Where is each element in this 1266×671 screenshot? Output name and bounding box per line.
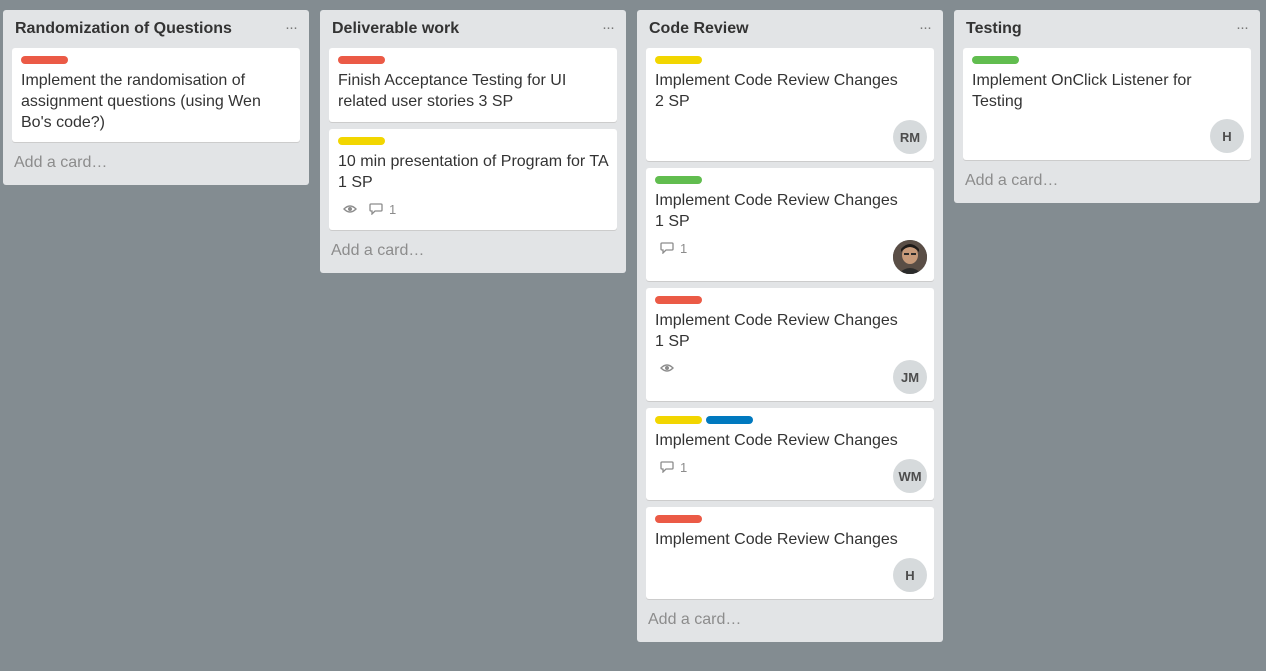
add-card-button[interactable]: Add a card… bbox=[3, 149, 309, 185]
comment-icon bbox=[369, 203, 383, 215]
card-title: 10 min presentation of Program for TA 1 … bbox=[338, 153, 608, 191]
card-labels bbox=[21, 56, 291, 64]
card[interactable]: Implement Code Review Changes 2 SP RM bbox=[646, 48, 934, 161]
card-title: Implement OnClick Listener for Testing bbox=[972, 72, 1192, 110]
card-badges bbox=[655, 359, 925, 377]
card-labels bbox=[655, 296, 925, 304]
card[interactable]: Finish Acceptance Testing for UI related… bbox=[329, 48, 617, 122]
label-red bbox=[338, 56, 385, 64]
comment-count: 1 bbox=[389, 201, 397, 217]
card-labels bbox=[338, 56, 608, 64]
label-blue bbox=[706, 416, 753, 424]
list-header: Testing ··· bbox=[954, 10, 1260, 48]
card-badges: 1 bbox=[338, 200, 608, 218]
list-testing: Testing ··· Implement OnClick Listener f… bbox=[954, 10, 1260, 203]
label-red bbox=[655, 515, 702, 523]
list-code-review: Code Review ··· Implement Code Review Ch… bbox=[637, 10, 943, 642]
list-header: Randomization of Questions ··· bbox=[3, 10, 309, 48]
comment-icon bbox=[660, 461, 674, 473]
card-list: Implement the randomisation of assignmen… bbox=[3, 48, 309, 142]
avatar[interactable]: RM bbox=[893, 120, 927, 154]
list-title[interactable]: Deliverable work bbox=[332, 20, 459, 38]
card[interactable]: 10 min presentation of Program for TA 1 … bbox=[329, 129, 617, 230]
comment-badge: 1 bbox=[660, 241, 687, 256]
card[interactable]: Implement Code Review Changes 1 SP 1 bbox=[646, 168, 934, 281]
card[interactable]: Implement Code Review Changes 1 WM bbox=[646, 408, 934, 500]
add-card-button[interactable]: Add a card… bbox=[637, 606, 943, 642]
card-labels bbox=[972, 56, 1242, 64]
card-list: Finish Acceptance Testing for UI related… bbox=[320, 48, 626, 230]
avatar[interactable]: H bbox=[1210, 119, 1244, 153]
card-title: Implement Code Review Changes 2 SP bbox=[655, 72, 898, 110]
label-red bbox=[655, 296, 702, 304]
card-title: Implement Code Review Changes bbox=[655, 531, 898, 548]
avatar[interactable]: WM bbox=[893, 459, 927, 493]
avatar[interactable]: JM bbox=[893, 360, 927, 394]
list-menu-icon[interactable]: ··· bbox=[285, 19, 298, 36]
card-badges: 1 bbox=[655, 458, 925, 476]
list-deliverable-work: Deliverable work ··· Finish Acceptance T… bbox=[320, 10, 626, 273]
comment-count: 1 bbox=[680, 459, 688, 475]
card-labels bbox=[655, 416, 925, 424]
avatar[interactable]: H bbox=[893, 558, 927, 592]
user-photo-avatar[interactable] bbox=[893, 240, 927, 274]
list-header: Code Review ··· bbox=[637, 10, 943, 48]
comment-badge: 1 bbox=[369, 202, 396, 217]
list-randomization-of-questions: Randomization of Questions ··· Implement… bbox=[3, 10, 309, 185]
list-menu-icon[interactable]: ··· bbox=[1236, 19, 1249, 36]
eye-icon bbox=[343, 204, 357, 214]
card-labels bbox=[655, 176, 925, 184]
comment-icon bbox=[660, 242, 674, 254]
label-red bbox=[21, 56, 68, 64]
label-green bbox=[655, 176, 702, 184]
card-list: Implement OnClick Listener for Testing H bbox=[954, 48, 1260, 160]
card-labels bbox=[338, 137, 608, 145]
card-title: Implement Code Review Changes 1 SP bbox=[655, 192, 898, 230]
card-title: Implement Code Review Changes 1 SP bbox=[655, 312, 898, 350]
list-header: Deliverable work ··· bbox=[320, 10, 626, 48]
card-labels bbox=[655, 56, 925, 64]
card[interactable]: Implement Code Review Changes 1 SP JM bbox=[646, 288, 934, 401]
label-yellow bbox=[655, 416, 702, 424]
list-menu-icon[interactable]: ··· bbox=[919, 19, 932, 36]
eye-icon bbox=[660, 363, 674, 373]
card-badges: 1 bbox=[655, 239, 925, 257]
card-labels bbox=[655, 515, 925, 523]
card-title: Implement the randomisation of assignmen… bbox=[21, 72, 261, 131]
label-yellow bbox=[655, 56, 702, 64]
comment-badge: 1 bbox=[660, 460, 687, 475]
card[interactable]: Implement Code Review Changes H bbox=[646, 507, 934, 599]
add-card-button[interactable]: Add a card… bbox=[320, 237, 626, 273]
card[interactable]: Implement the randomisation of assignmen… bbox=[12, 48, 300, 142]
card-list: Implement Code Review Changes 2 SP RM Im… bbox=[637, 48, 943, 599]
label-green bbox=[972, 56, 1019, 64]
list-title[interactable]: Randomization of Questions bbox=[15, 20, 232, 38]
comment-count: 1 bbox=[680, 240, 688, 256]
add-card-button[interactable]: Add a card… bbox=[954, 167, 1260, 203]
list-title[interactable]: Testing bbox=[966, 20, 1022, 38]
card-title: Implement Code Review Changes bbox=[655, 432, 898, 449]
card[interactable]: Implement OnClick Listener for Testing H bbox=[963, 48, 1251, 160]
card-title: Finish Acceptance Testing for UI related… bbox=[338, 72, 567, 110]
list-title[interactable]: Code Review bbox=[649, 20, 749, 38]
label-yellow bbox=[338, 137, 385, 145]
list-menu-icon[interactable]: ··· bbox=[602, 19, 615, 36]
board: Randomization of Questions ··· Implement… bbox=[0, 0, 1266, 671]
